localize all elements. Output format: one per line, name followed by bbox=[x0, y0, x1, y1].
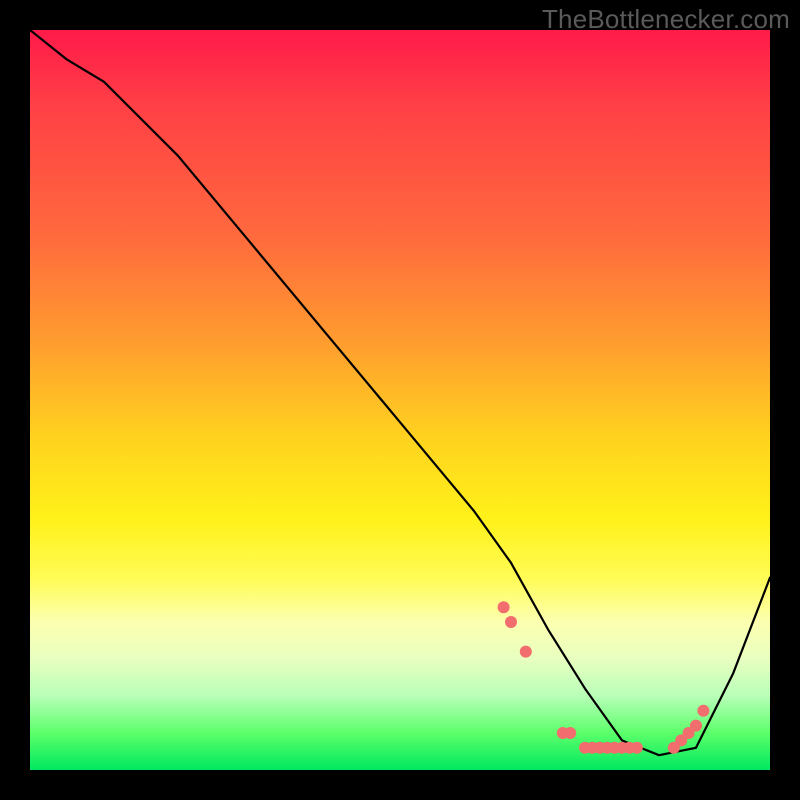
marker-dot bbox=[631, 742, 643, 754]
marker-dot bbox=[498, 601, 510, 613]
chart-frame: TheBottlenecker.com bbox=[0, 0, 800, 800]
watermark-text: TheBottlenecker.com bbox=[542, 4, 790, 35]
plot-area bbox=[30, 30, 770, 770]
marker-dot bbox=[564, 727, 576, 739]
bottleneck-curve bbox=[30, 30, 770, 755]
marker-dot bbox=[697, 705, 709, 717]
chart-overlay bbox=[30, 30, 770, 770]
marker-dot bbox=[505, 616, 517, 628]
marker-dot bbox=[690, 720, 702, 732]
highlight-markers bbox=[498, 601, 710, 754]
marker-dot bbox=[520, 646, 532, 658]
